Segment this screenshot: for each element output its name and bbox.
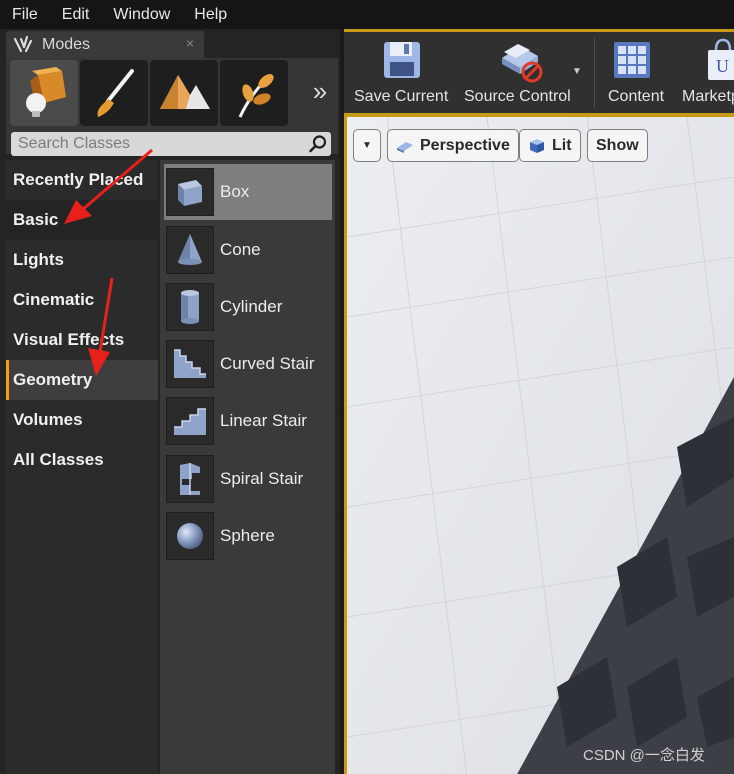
chevron-down-icon: ▼ xyxy=(362,140,372,151)
category-volumes[interactable]: Volumes xyxy=(6,400,158,440)
save-current-label: Save Current xyxy=(354,88,449,105)
source-control-icon xyxy=(502,44,543,83)
asset-label: Box xyxy=(220,182,250,201)
main-toolbar: Save Current Source Control ▼ Content U … xyxy=(344,29,734,113)
landscape-icon xyxy=(160,75,210,109)
asset-item-sphere[interactable]: Sphere xyxy=(164,508,332,564)
close-icon[interactable]: × xyxy=(186,35,194,51)
sphere-icon xyxy=(166,512,214,560)
modes-tab[interactable]: Modes × xyxy=(6,31,204,58)
floppy-disk-icon xyxy=(384,42,420,78)
toolbar-separator xyxy=(594,38,595,108)
mode-landscape-button[interactable] xyxy=(150,60,218,126)
asset-label: Cylinder xyxy=(220,297,283,316)
asset-item-cone[interactable]: Cone xyxy=(164,222,332,278)
menu-edit[interactable]: Edit xyxy=(50,0,102,29)
search-input[interactable] xyxy=(11,132,303,156)
category-basic[interactable]: Basic xyxy=(6,200,158,240)
asset-label: Linear Stair xyxy=(220,411,307,430)
viewport[interactable]: ▼ Perspective Lit Show xyxy=(347,113,734,774)
perspective-button[interactable]: Perspective xyxy=(387,129,519,162)
marketplace-label: Marketplace xyxy=(682,88,734,105)
paint-brush-icon xyxy=(97,69,134,117)
content-button[interactable]: Content xyxy=(606,32,674,113)
content-grid-icon xyxy=(614,42,650,78)
curved-stair-icon xyxy=(166,340,214,388)
modes-tab-label: Modes xyxy=(42,35,91,53)
source-control-label: Source Control xyxy=(464,88,571,105)
svg-text:U: U xyxy=(716,56,729,76)
watermark: CSDN @一念白发 xyxy=(583,747,705,764)
box-icon xyxy=(166,168,214,216)
search-icon[interactable] xyxy=(308,134,328,154)
category-recently-placed[interactable]: Recently Placed xyxy=(6,160,158,200)
category-list: Recently Placed Basic Lights Cinematic V… xyxy=(6,160,158,774)
modes-icon xyxy=(13,35,33,52)
chevron-right-icon[interactable]: » xyxy=(306,76,334,106)
marketplace-button[interactable]: U Marketplace xyxy=(682,32,734,113)
chevron-down-icon[interactable]: ▼ xyxy=(572,66,582,77)
cylinder-icon xyxy=(166,283,214,331)
category-lights[interactable]: Lights xyxy=(6,240,158,280)
asset-item-spiral-stair[interactable]: Spiral Stair xyxy=(164,451,332,507)
viewport-scene xyxy=(347,117,734,774)
asset-list: Box Cone Cylinder Curved Stair Linear St… xyxy=(160,160,335,774)
perspective-icon xyxy=(397,141,413,153)
search-classes-box xyxy=(11,132,331,156)
show-label: Show xyxy=(596,136,639,154)
marketplace-bag-icon: U xyxy=(708,38,734,80)
asset-item-linear-stair[interactable]: Linear Stair xyxy=(164,393,332,449)
lit-button[interactable]: Lit xyxy=(519,129,581,162)
mode-place-button[interactable] xyxy=(10,60,78,126)
lit-cube-icon xyxy=(530,138,544,153)
show-button[interactable]: Show xyxy=(587,129,648,162)
asset-label: Sphere xyxy=(220,526,275,545)
menu-file[interactable]: File xyxy=(0,0,50,29)
category-visual-effects[interactable]: Visual Effects xyxy=(6,320,158,360)
linear-stair-icon xyxy=(166,397,214,445)
save-current-button[interactable]: Save Current xyxy=(352,32,452,113)
category-cinematic[interactable]: Cinematic xyxy=(6,280,158,320)
spiral-stair-icon xyxy=(166,455,214,503)
modes-panel: Modes × » Search Classes Recently Placed… xyxy=(0,29,340,774)
asset-item-cylinder[interactable]: Cylinder xyxy=(164,279,332,335)
foliage-icon xyxy=(238,73,274,118)
perspective-label: Perspective xyxy=(420,136,510,154)
category-all-classes[interactable]: All Classes xyxy=(6,440,158,480)
asset-label: Cone xyxy=(220,240,261,259)
menu-help[interactable]: Help xyxy=(182,0,239,29)
asset-label: Spiral Stair xyxy=(220,469,304,488)
cone-icon xyxy=(166,226,214,274)
viewport-options-button[interactable]: ▼ xyxy=(353,129,381,162)
mode-foliage-button[interactable] xyxy=(220,60,288,126)
asset-label: Curved Stair xyxy=(220,354,315,373)
menu-window[interactable]: Window xyxy=(101,0,182,29)
category-geometry[interactable]: Geometry xyxy=(6,360,158,400)
asset-item-curved-stair[interactable]: Curved Stair xyxy=(164,336,332,392)
lit-label: Lit xyxy=(552,136,572,154)
asset-item-box[interactable]: Box xyxy=(164,164,332,220)
mode-paint-button[interactable] xyxy=(80,60,148,126)
content-label: Content xyxy=(608,88,665,105)
source-control-button[interactable]: Source Control xyxy=(462,32,578,113)
place-mode-icon xyxy=(26,67,66,117)
menu-bar: File Edit Window Help xyxy=(0,0,734,29)
